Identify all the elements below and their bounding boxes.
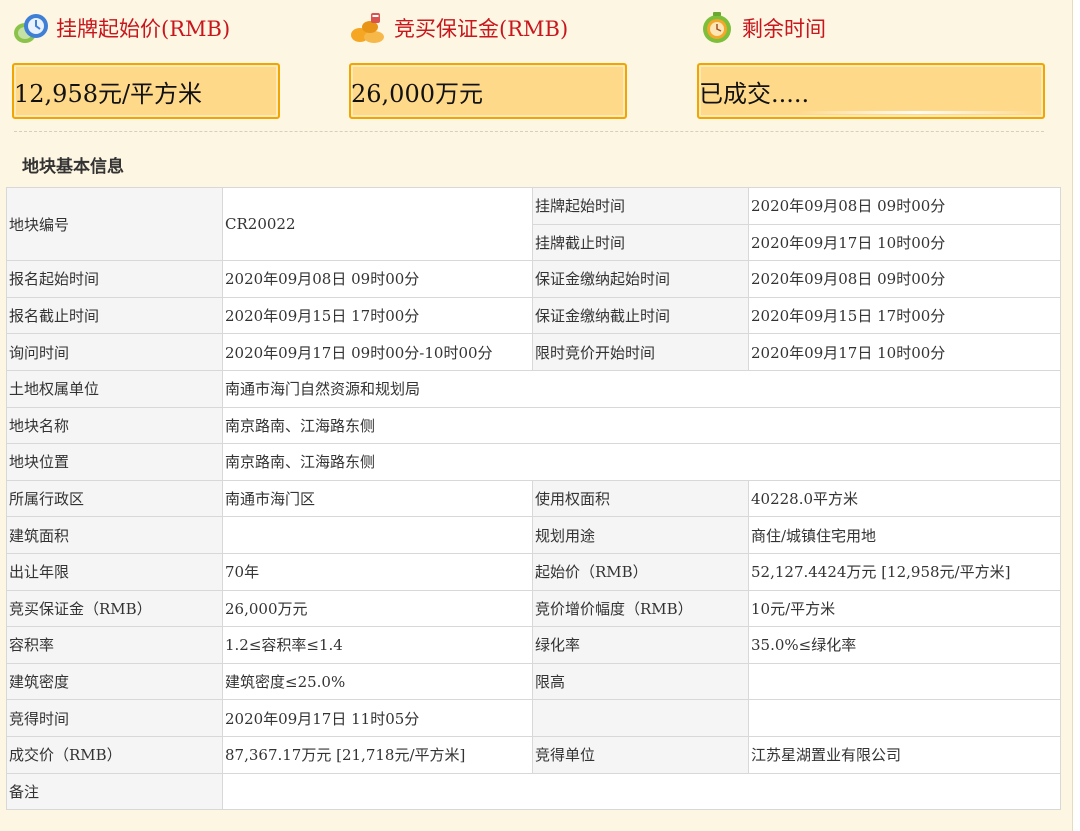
table-row: 报名截止时间 2020年09月15日 17时00分 保证金缴纳截止时间 2020… [6,296,1061,335]
table-row: 地块位置 南京路南、江海路东侧 [6,443,1061,481]
cell-value: 南通市海门自然资源和规划局 [222,369,1061,408]
cell-value: 87,367.17万元 [21,718元/平方米] [222,735,533,774]
cell-label: 报名截止时间 [6,296,223,335]
cell-label: 绿化率 [532,626,749,664]
table-row: 所属行政区 南通市海门区 使用权面积 40228.0平方米 [6,479,1061,518]
cell-value: 南京路南、江海路东侧 [222,406,1061,445]
cell-value: 2020年09月08日 09时00分 [222,260,533,298]
table-row: 地块名称 南京路南、江海路东侧 [6,406,1061,445]
header-row: 挂牌起始价(RMB) 竞买保证金(RMB) 剩余时间 [0,8,1072,48]
cell-label: 挂牌截止时间 [532,223,749,262]
cell-label: 地块位置 [6,443,223,481]
cell-label: 成交价（RMB） [6,735,223,774]
cell-label [532,699,749,737]
cell-label: 竞买保证金（RMB） [6,589,223,628]
remaining-value-box: 已成交..... [697,63,1045,119]
cell-value: 1.2≤容积率≤1.4 [222,626,533,664]
cell-value: 2020年09月17日 10时00分 [748,333,1061,371]
cell-label: 容积率 [6,626,223,664]
table-row: 报名起始时间 2020年09月08日 09时00分 保证金缴纳起始时间 2020… [6,260,1061,298]
cell-label: 起始价（RMB） [532,552,749,591]
deposit-header: 竞买保证金(RMB) [350,8,568,48]
table-row: 容积率 1.2≤容积率≤1.4 绿化率 35.0%≤绿化率 [6,626,1061,664]
clock-icon [703,12,731,43]
cell-value: 26,000万元 [222,589,533,628]
table-row: 成交价（RMB） 87,367.17万元 [21,718元/平方米] 竞得单位 … [6,735,1061,774]
remaining-header: 剩余时间 [698,8,826,48]
deposit-label: 竞买保证金(RMB) [394,17,569,41]
cell-value: 10元/平方米 [748,589,1061,628]
cell-value: 商住/城镇住宅用地 [748,516,1061,554]
box-shine [797,111,1037,114]
cell-label: 保证金缴纳起始时间 [532,260,749,298]
cell-label: 土地权属单位 [6,369,223,408]
cell-label: 限时竞价开始时间 [532,333,749,371]
cell-label: 竞价增价幅度（RMB） [532,589,749,628]
cell-label: 报名起始时间 [6,260,223,298]
cell-label: 地块名称 [6,406,223,445]
table-row: 土地权属单位 南通市海门自然资源和规划局 [6,369,1061,408]
remaining-value: 已成交..... [699,79,810,108]
cell-value: 70年 [222,552,533,591]
land-info-table: 地块编号 CR20022 挂牌起始时间 2020年09月08日 09时00分 挂… [6,186,1061,811]
table-row: 竞买保证金（RMB） 26,000万元 竞价增价幅度（RMB） 10元/平方米 [6,589,1061,628]
cell-value [748,662,1061,701]
table-row: 建筑面积 规划用途 商住/城镇住宅用地 [6,516,1061,554]
cell-label: 保证金缴纳截止时间 [532,296,749,335]
cell-label: 出让年限 [6,552,223,591]
table-row: 询问时间 2020年09月17日 09时00分-10时00分 限时竞价开始时间 … [6,333,1061,371]
cell-value [222,516,533,554]
cell-value [222,772,1061,811]
section-title: 地块基本信息 [22,157,124,177]
cell-label: 规划用途 [532,516,749,554]
price-icon [14,14,48,43]
cell-value: 建筑密度≤25.0% [222,662,533,701]
cell-label: 备注 [6,772,223,811]
cell-value: 2020年09月17日 09时00分-10时00分 [222,333,533,371]
cell-value: 2020年09月17日 11时05分 [222,699,533,737]
cell-label: 限高 [532,662,749,701]
table-row: 竞得时间 2020年09月17日 11时05分 [6,699,1061,737]
table-row: 建筑密度 建筑密度≤25.0% 限高 [6,662,1061,701]
cell-value: 2020年09月15日 17时00分 [222,296,533,335]
cell-value: 35.0%≤绿化率 [748,626,1061,664]
table-row: 地块编号 CR20022 挂牌起始时间 2020年09月08日 09时00分 [6,186,1061,262]
cell-label: 询问时间 [6,333,223,371]
cell-label: 地块编号 [6,186,223,262]
cell-value: 2020年09月17日 10时00分 [748,223,1061,262]
page: 挂牌起始价(RMB) 竞买保证金(RMB) 剩余时间 12,958元/平方米 2… [0,0,1073,831]
cell-label: 所属行政区 [6,479,223,518]
cell-value: 40228.0平方米 [748,479,1061,518]
cell-label: 建筑密度 [6,662,223,701]
table-row: 出让年限 70年 起始价（RMB） 52,127.4424万元 [12,958元… [6,552,1061,591]
table-row: 备注 [6,772,1061,811]
cell-value [748,699,1061,737]
divider [14,131,1044,132]
cell-value: 2020年09月08日 09时00分 [748,260,1061,298]
cell-value: 南京路南、江海路东侧 [222,443,1061,481]
deposit-icon [351,13,384,43]
cell-label: 竞得单位 [532,735,749,774]
cell-label: 建筑面积 [6,516,223,554]
start-price-header: 挂牌起始价(RMB) [12,8,230,48]
cell-value: CR20022 [222,186,533,262]
deposit-value-box: 26,000万元 [349,63,627,119]
start-price-label: 挂牌起始价(RMB) [56,17,231,41]
cell-label: 使用权面积 [532,479,749,518]
cell-label: 竞得时间 [6,699,223,737]
deposit-value: 26,000万元 [351,79,483,108]
cell-value: 南通市海门区 [222,479,533,518]
start-price-value-box: 12,958元/平方米 [12,63,280,119]
cell-value: 52,127.4424万元 [12,958元/平方米] [748,552,1061,591]
cell-label: 挂牌起始时间 [532,187,749,225]
start-price-value: 12,958元/平方米 [14,79,203,108]
remaining-label: 剩余时间 [742,17,826,41]
cell-value: 2020年09月08日 09时00分 [748,187,1061,225]
cell-value: 2020年09月15日 17时00分 [748,296,1061,335]
cell-value: 江苏星湖置业有限公司 [748,735,1061,774]
